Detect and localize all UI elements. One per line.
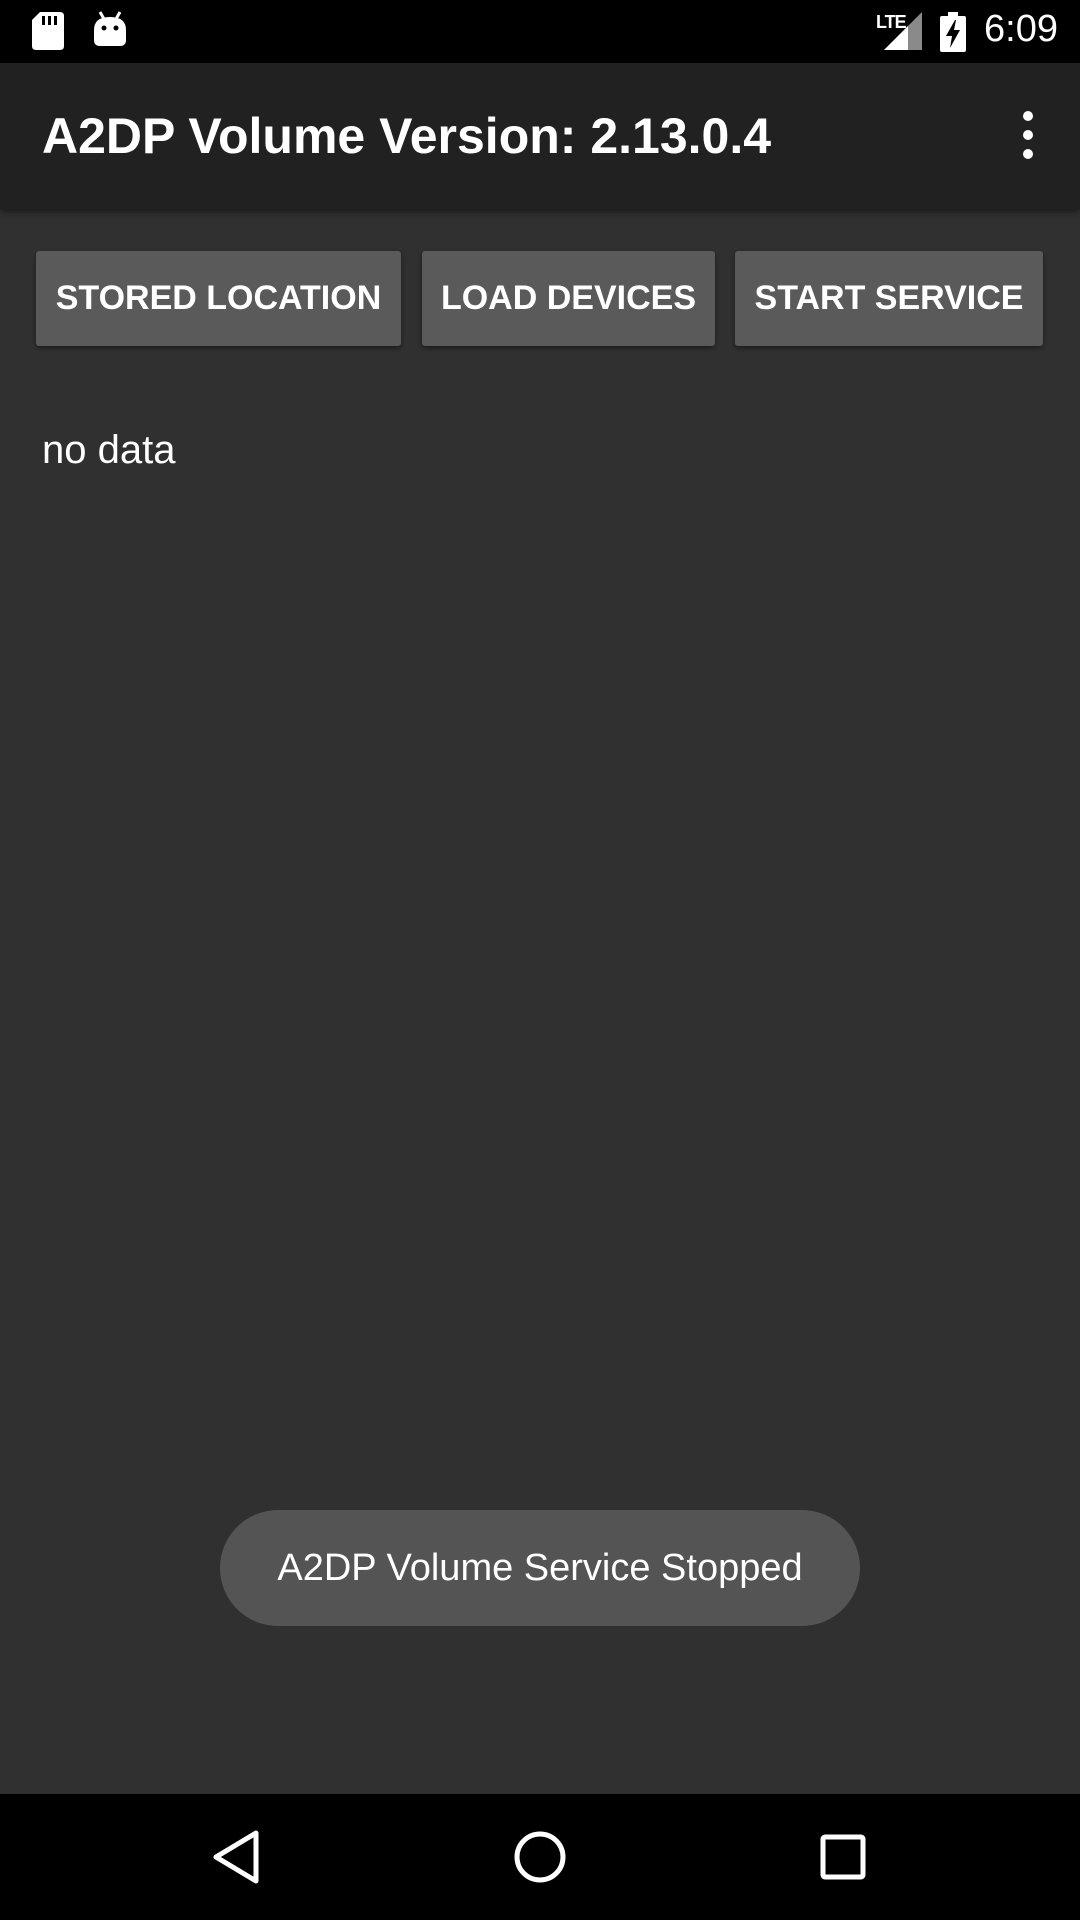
navigation-bar bbox=[0, 1794, 1080, 1920]
recents-icon[interactable] bbox=[795, 1812, 891, 1902]
load-devices-button[interactable]: LOAD DEVICES bbox=[422, 251, 715, 346]
android-debug-icon bbox=[92, 10, 128, 53]
back-icon[interactable] bbox=[188, 1812, 284, 1902]
signal-icon bbox=[884, 12, 922, 55]
stored-location-button[interactable]: STORED LOCATION bbox=[36, 251, 401, 346]
toast-message: A2DP Volume Service Stopped bbox=[220, 1510, 860, 1626]
home-icon[interactable] bbox=[492, 1812, 588, 1902]
start-service-button[interactable]: START SERVICE bbox=[735, 251, 1043, 346]
status-time: 6:09 bbox=[984, 8, 1058, 50]
app-bar: A2DP Volume Version: 2.13.0.4 bbox=[0, 63, 1080, 209]
overflow-dot bbox=[1023, 130, 1033, 140]
screen: LTE 6:09 A2DP Volume Version: 2.13.0.4 S… bbox=[0, 0, 1080, 1920]
overflow-dot bbox=[1023, 149, 1033, 159]
overflow-dot bbox=[1023, 111, 1033, 121]
battery-charging-icon bbox=[940, 12, 966, 57]
status-text: no data bbox=[42, 428, 176, 472]
status-bar: LTE 6:09 bbox=[0, 0, 1080, 63]
sd-card-icon bbox=[32, 12, 64, 55]
more-vert-icon[interactable] bbox=[986, 93, 1070, 177]
app-title: A2DP Volume Version: 2.13.0.4 bbox=[42, 108, 772, 164]
